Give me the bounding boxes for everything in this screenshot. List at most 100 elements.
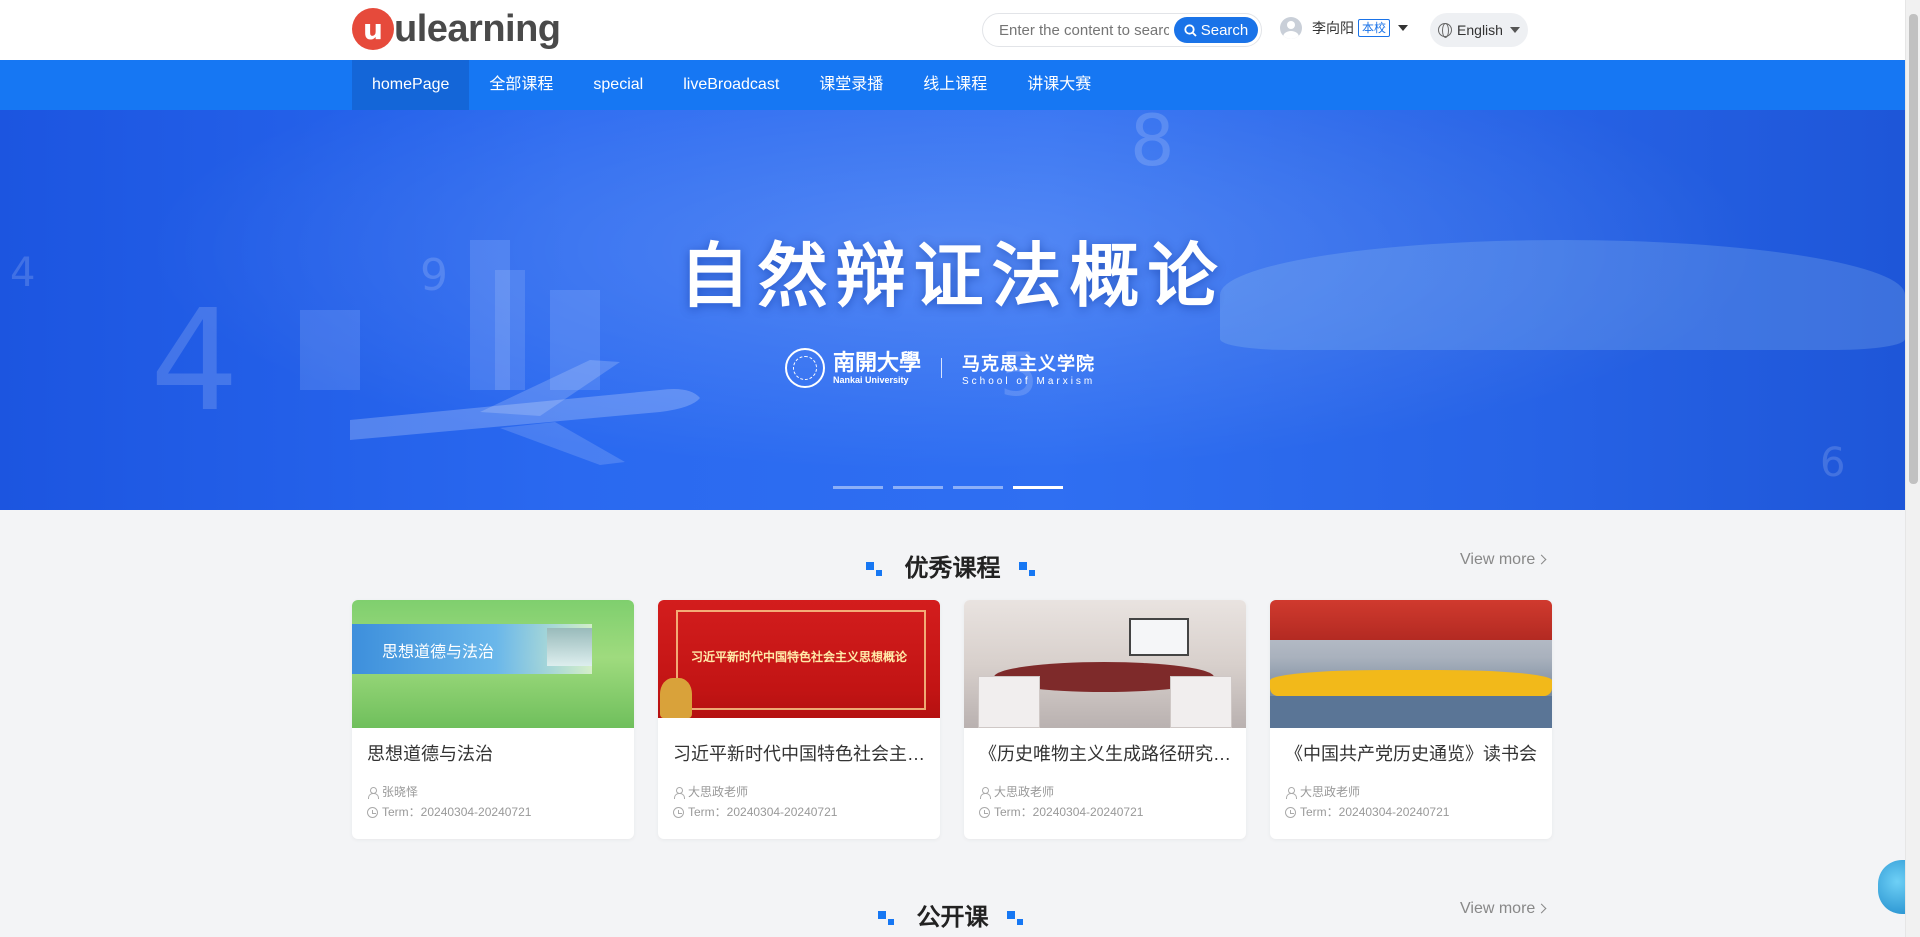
course-teacher: 张晓怿 <box>367 782 619 802</box>
term-text: Term：20240304-20240721 <box>688 805 838 819</box>
teacher-name: 张晓怿 <box>382 785 419 799</box>
course-card[interactable]: 思想道德与法治 思想道德与法治 张晓怿 Term：20240304-202407… <box>352 600 634 839</box>
chevron-down-icon <box>1509 27 1520 33</box>
avatar <box>1280 17 1302 39</box>
chevron-right-icon <box>1536 903 1547 914</box>
course-term: Term：20240304-20240721 <box>979 802 1231 822</box>
title-decoration-right-icon <box>1017 560 1041 580</box>
course-card[interactable]: 《中国共产党历史通览》读书会 大思政老师 Term：20240304-20240… <box>1270 600 1552 839</box>
course-card[interactable]: 《历史唯物主义生成路径研究》读书会 大思政老师 Term：20240304-20… <box>964 600 1246 839</box>
school-name: 马克思主义学院 School of Marxism <box>962 350 1095 387</box>
thumbnail-sofa <box>1270 670 1552 696</box>
nav-item-live-broadcast[interactable]: liveBroadcast <box>663 60 799 110</box>
banner-title: 自然辩证法概论 <box>679 237 1226 315</box>
banner-number-decoration: 6 <box>1820 440 1846 486</box>
course-thumbnail[interactable]: 习近平新时代中国特色社会主义思想概论 <box>658 600 940 728</box>
thumbnail-floor <box>1270 696 1552 728</box>
user-menu[interactable]: 李向阳 本校 <box>1280 17 1409 39</box>
section-title-text: 公开课 <box>916 904 989 931</box>
nav-item-online-courses[interactable]: 线上课程 <box>903 60 1007 110</box>
search-input[interactable] <box>999 14 1169 46</box>
carousel-dot-1[interactable] <box>833 486 883 489</box>
view-more-label: View more <box>1460 900 1536 917</box>
course-term: Term：20240304-20240721 <box>1285 802 1537 822</box>
nankai-seal-icon <box>785 348 825 388</box>
course-title[interactable]: 思想道德与法治 <box>367 742 619 766</box>
course-thumbnail[interactable] <box>1270 600 1552 728</box>
ulearning-logo[interactable]: u ulearning <box>352 8 561 50</box>
carousel-indicators <box>833 486 1063 489</box>
clock-icon <box>673 806 684 818</box>
user-name: 李向阳 <box>1312 20 1354 36</box>
globe-icon <box>1438 23 1453 38</box>
thumbnail-photo <box>547 628 592 666</box>
nav-item-all-courses[interactable]: 全部课程 <box>469 60 573 110</box>
person-icon <box>673 786 685 799</box>
course-term: Term：20240304-20240721 <box>673 802 925 822</box>
term-text: Term：20240304-20240721 <box>994 805 1144 819</box>
person-icon <box>979 786 991 799</box>
course-teacher: 大思政老师 <box>979 782 1231 802</box>
carousel-dot-2[interactable] <box>893 486 943 489</box>
clock-icon <box>1285 806 1296 818</box>
thumbnail-wall <box>1270 600 1552 640</box>
nav-item-homepage[interactable]: homePage <box>352 60 470 110</box>
chevron-down-icon <box>1398 25 1409 31</box>
course-thumbnail[interactable] <box>964 600 1246 728</box>
course-title[interactable]: 《中国共产党历史通览》读书会 <box>1285 742 1537 766</box>
title-decoration-left-icon <box>864 560 888 580</box>
term-text: Term：20240304-20240721 <box>1300 805 1450 819</box>
thumbnail-screen <box>1129 618 1189 656</box>
top-header: u ulearning Search 李向阳 本校 English <box>0 0 1905 60</box>
teacher-name: 大思政老师 <box>994 785 1055 799</box>
teacher-name: 大思政老师 <box>1300 785 1361 799</box>
teacher-name: 大思政老师 <box>688 785 749 799</box>
course-card-list: 思想道德与法治 思想道德与法治 张晓怿 Term：20240304-202407… <box>352 600 1552 839</box>
nav-item-teaching-contest[interactable]: 讲课大赛 <box>1007 60 1111 110</box>
clock-icon <box>367 806 378 818</box>
banner-number-decoration: 8 <box>1130 110 1175 182</box>
chevron-right-icon <box>1536 554 1547 565</box>
course-teacher: 大思政老师 <box>1285 782 1537 802</box>
airplane-decoration <box>350 360 700 465</box>
view-more-link[interactable]: View more <box>1460 900 1547 918</box>
school-name-en: School of Marxism <box>962 375 1096 387</box>
carousel-dot-4[interactable] <box>1013 486 1063 489</box>
logo-text: ulearning <box>394 8 561 50</box>
carousel-dot-3[interactable] <box>953 486 1003 489</box>
person-icon <box>1285 786 1297 799</box>
nav-item-class-recordings[interactable]: 课堂录播 <box>799 60 903 110</box>
language-selector[interactable]: English <box>1430 13 1528 47</box>
title-decoration-left-icon <box>876 909 900 929</box>
clock-icon <box>979 806 990 818</box>
search-button[interactable]: Search <box>1174 17 1258 43</box>
course-teacher: 大思政老师 <box>673 782 925 802</box>
course-title[interactable]: 《历史唯物主义生成路径研究》读书会 <box>979 742 1231 766</box>
thumbnail-text: 思想道德与法治 <box>382 642 495 661</box>
person-icon <box>367 786 379 799</box>
course-card[interactable]: 习近平新时代中国特色社会主义思想概论 习近平新时代中国特色社会主义思想概论 大思… <box>658 600 940 839</box>
banner-school-logos: 南開大學 Nankai University 马克思主义学院 School of… <box>785 348 1095 388</box>
course-term: Term：20240304-20240721 <box>367 802 619 822</box>
thumbnail-bottom-bar <box>658 718 940 728</box>
main-nav: homePage 全部课程 special liveBroadcast 课堂录播… <box>0 60 1905 110</box>
course-title[interactable]: 习近平新时代中国特色社会主义思想概论 <box>673 742 925 766</box>
search-box: Search <box>982 13 1262 47</box>
nav-item-special[interactable]: special <box>573 60 663 110</box>
scrollbar-thumb[interactable] <box>1909 14 1918 484</box>
search-icon <box>1184 23 1197 37</box>
page-scrollbar[interactable] <box>1905 0 1920 937</box>
term-text: Term：20240304-20240721 <box>382 805 532 819</box>
thumbnail-lion-decoration <box>660 678 692 718</box>
logo-divider <box>941 358 943 378</box>
language-label: English <box>1457 22 1503 38</box>
section-title-text: 优秀课程 <box>904 555 1001 582</box>
view-more-link[interactable]: View more <box>1460 551 1547 569</box>
course-thumbnail[interactable]: 思想道德与法治 <box>352 600 634 728</box>
thumbnail-banner-stand <box>1170 676 1232 728</box>
section-excellent-courses-title: 优秀课程 <box>0 548 1905 583</box>
school-badge: 本校 <box>1358 19 1391 37</box>
thumbnail-text: 习近平新时代中国特色社会主义思想概论 <box>690 650 907 664</box>
hero-banner[interactable]: 4 4 9 5 8 6 自然辩证法概论 南開大學 Nankai Universi… <box>0 110 1905 510</box>
search-button-label: Search <box>1200 21 1249 39</box>
